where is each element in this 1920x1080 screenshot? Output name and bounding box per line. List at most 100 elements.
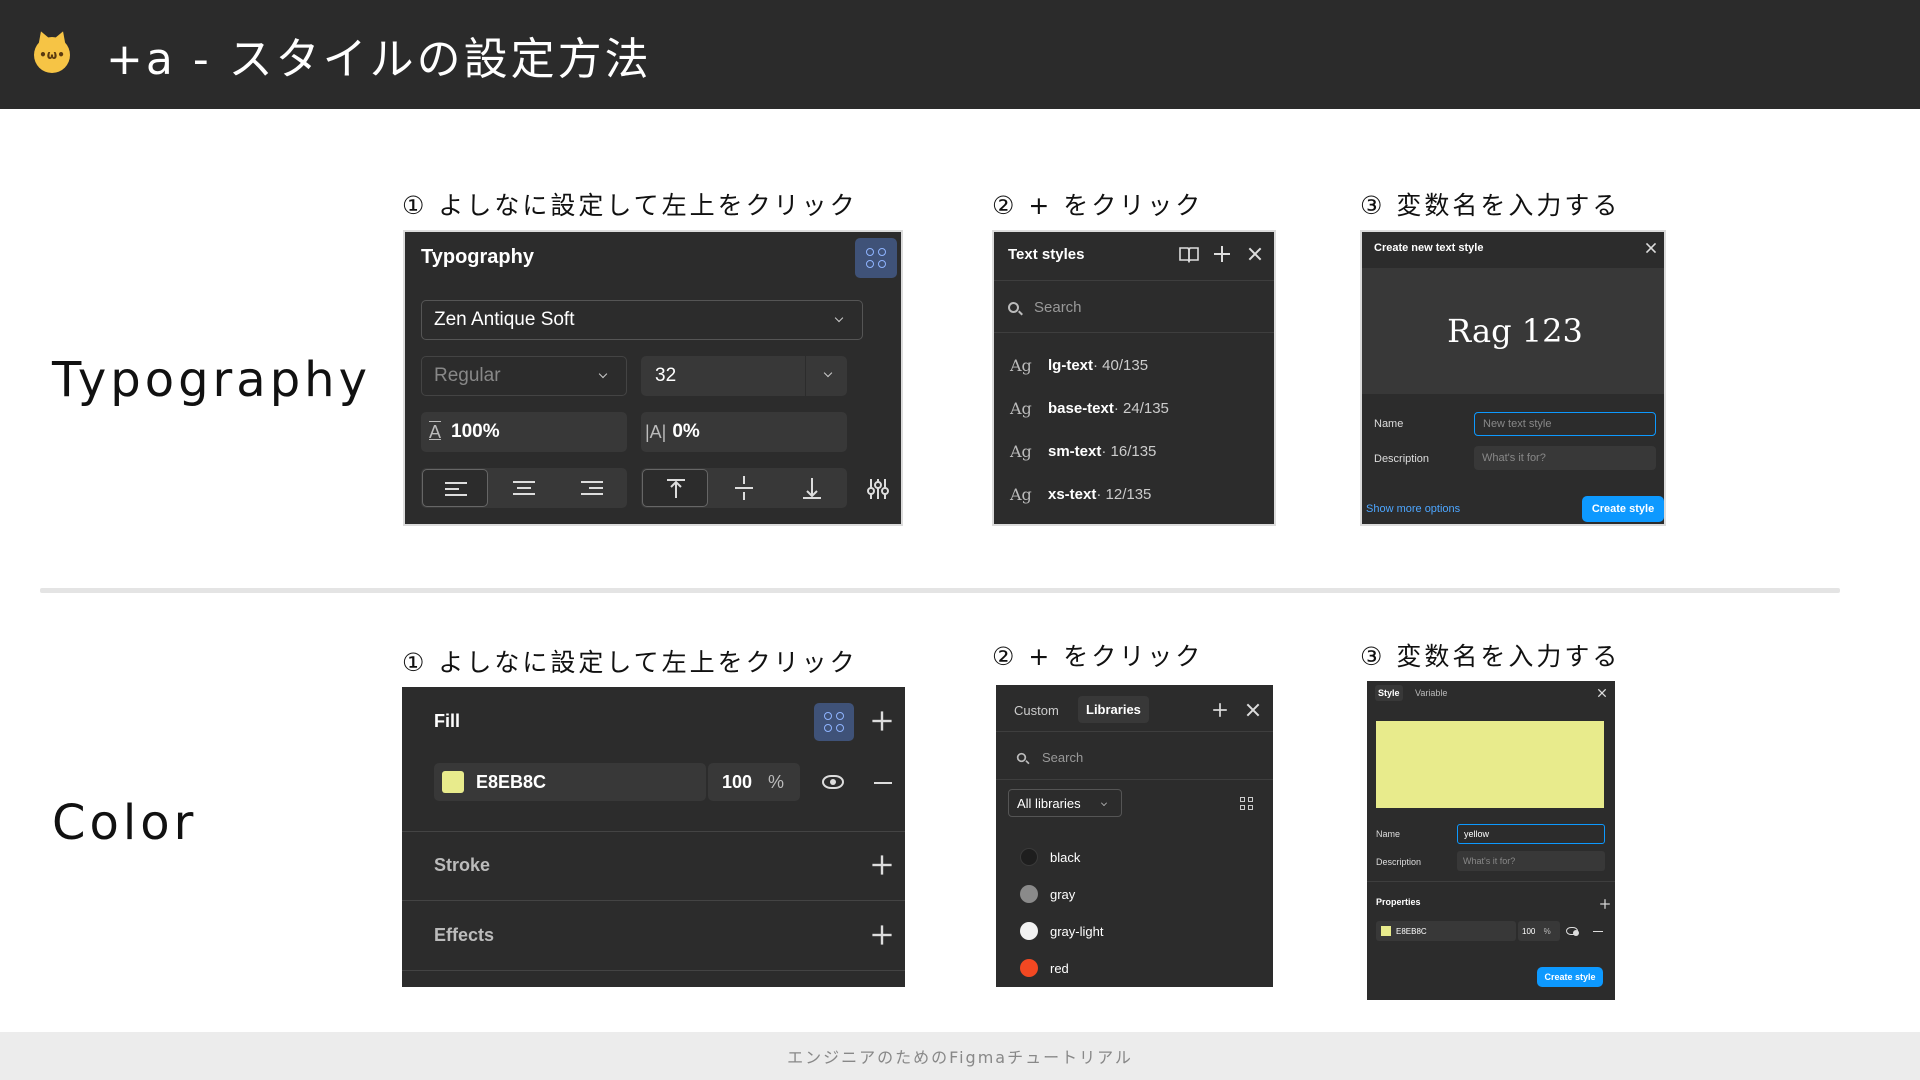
header-separator bbox=[994, 280, 1274, 281]
search-icon bbox=[1016, 752, 1027, 763]
add-style-icon[interactable] bbox=[1214, 246, 1230, 262]
close-icon[interactable] bbox=[1246, 703, 1260, 717]
visibility-eye-icon[interactable] bbox=[822, 775, 844, 789]
style-grid-icon bbox=[866, 248, 886, 268]
property-opacity-input[interactable]: 100 % bbox=[1518, 921, 1560, 941]
style-grid-button[interactable] bbox=[855, 238, 897, 278]
description-input[interactable]: What's it for? bbox=[1474, 446, 1656, 470]
type-ag-icon: Ag bbox=[1010, 485, 1032, 504]
text-styles-title: Text styles bbox=[1008, 246, 1085, 263]
align-bottom-icon[interactable] bbox=[779, 468, 845, 508]
line-height-value: 100% bbox=[451, 421, 500, 442]
typography-step-2-label: ② + をクリック bbox=[992, 191, 1204, 220]
color-dot bbox=[1020, 959, 1038, 977]
text-style-item[interactable]: Ag lg-text · 40/135 bbox=[1010, 356, 1148, 375]
close-icon[interactable] bbox=[1248, 247, 1262, 261]
font-size-input[interactable]: 32 bbox=[641, 356, 847, 396]
align-middle-icon[interactable] bbox=[711, 468, 777, 508]
letter-spacing-input[interactable]: |A| 0% bbox=[641, 412, 847, 452]
percent-sign: % bbox=[768, 771, 785, 792]
color-style-item[interactable]: gray bbox=[1020, 885, 1075, 903]
name-input[interactable]: New text style bbox=[1474, 412, 1656, 436]
fill-hex-input[interactable]: E8EB8C bbox=[434, 763, 706, 801]
color-style-item[interactable]: black bbox=[1020, 848, 1080, 866]
vertical-align-group bbox=[641, 468, 847, 508]
color-step-2-label: ② + をクリック bbox=[992, 642, 1204, 671]
section-divider bbox=[40, 588, 1840, 593]
properties-label: Properties bbox=[1376, 897, 1421, 907]
text-style-item[interactable]: Ag base-text · 24/135 bbox=[1010, 399, 1169, 418]
color-swatch[interactable] bbox=[442, 771, 464, 793]
line-height-icon: A bbox=[429, 421, 442, 442]
font-weight-select[interactable]: Regular bbox=[421, 356, 627, 396]
align-right-icon[interactable] bbox=[559, 468, 625, 508]
add-fill-icon[interactable] bbox=[872, 711, 892, 731]
fill-panel: Fill E8EB8C 100 % Stroke Effects bbox=[402, 687, 905, 987]
description-label: Description bbox=[1374, 453, 1430, 465]
section-separator bbox=[402, 831, 905, 832]
text-style-item[interactable]: Ag xs-text · 12/135 bbox=[1010, 485, 1151, 504]
close-icon[interactable] bbox=[1597, 688, 1606, 697]
fill-title: Fill bbox=[434, 711, 460, 731]
type-settings-icon[interactable] bbox=[865, 476, 891, 502]
tab-variable[interactable]: Variable bbox=[1415, 688, 1447, 698]
color-styles-panel: Custom Libraries Search All libraries bl… bbox=[996, 685, 1273, 987]
remove-fill-icon[interactable] bbox=[874, 782, 892, 784]
style-grid-icon bbox=[824, 712, 844, 732]
align-top-button[interactable] bbox=[642, 469, 708, 507]
tab-style[interactable]: Style bbox=[1375, 685, 1403, 701]
grid-view-icon[interactable] bbox=[1240, 797, 1253, 810]
add-style-icon[interactable] bbox=[1213, 703, 1227, 717]
align-center-icon[interactable] bbox=[491, 468, 557, 508]
style-grid-button[interactable] bbox=[814, 703, 854, 741]
add-effect-icon[interactable] bbox=[872, 925, 892, 945]
dialog-title: Create new text style bbox=[1374, 242, 1484, 254]
text-style-meta: · 16/135 bbox=[1101, 443, 1157, 460]
visibility-eye-icon[interactable] bbox=[1566, 927, 1579, 936]
text-styles-panel: Text styles Search Ag lg-text · 40/135 Ag… bbox=[992, 230, 1276, 526]
font-weight-value: Regular bbox=[434, 365, 501, 386]
create-style-button[interactable]: Create style bbox=[1537, 967, 1603, 987]
color-preview bbox=[1376, 721, 1604, 808]
search-input[interactable]: Search bbox=[1042, 750, 1083, 765]
color-step-3-label: ③ 変数名を入力する bbox=[1360, 642, 1621, 671]
property-hex-input[interactable]: E8EB8C bbox=[1376, 921, 1516, 941]
add-property-icon[interactable] bbox=[1600, 899, 1610, 909]
percent-sign: % bbox=[1543, 927, 1551, 936]
tab-libraries[interactable]: Libraries bbox=[1078, 696, 1149, 723]
color-style-item[interactable]: gray-light bbox=[1020, 922, 1103, 940]
effects-title: Effects bbox=[434, 925, 495, 945]
text-style-item[interactable]: Ag sm-text · 16/135 bbox=[1010, 442, 1156, 461]
section-separator bbox=[402, 970, 905, 971]
remove-property-icon[interactable] bbox=[1593, 931, 1603, 932]
description-input[interactable]: What's it for? bbox=[1457, 851, 1605, 871]
show-more-options-link[interactable]: Show more options bbox=[1366, 503, 1460, 515]
text-style-name: xs-text bbox=[1048, 486, 1097, 503]
letter-spacing-icon: |A| bbox=[645, 421, 667, 442]
fill-opacity-input[interactable]: 100 % bbox=[708, 763, 800, 801]
library-filter-dropdown[interactable]: All libraries bbox=[1008, 789, 1122, 817]
line-height-input[interactable]: A 100% bbox=[421, 412, 627, 452]
type-ag-icon: Ag bbox=[1010, 356, 1032, 375]
name-label: Name bbox=[1376, 829, 1401, 839]
align-left-button[interactable] bbox=[422, 469, 488, 507]
color-row-label: Color bbox=[52, 795, 198, 851]
footer-text: エンジニアのためのFigmaチュートリアル bbox=[787, 1048, 1133, 1067]
search-input[interactable]: Search bbox=[1034, 299, 1082, 316]
fill-hex-value: E8EB8C bbox=[476, 771, 547, 792]
align-left-icon bbox=[445, 482, 467, 496]
text-style-name: base-text bbox=[1048, 400, 1114, 417]
slide: •ω• +a - スタイルの設定方法 Typography Color ① よし… bbox=[0, 0, 1920, 1080]
field-divider bbox=[805, 356, 806, 396]
color-dot bbox=[1020, 885, 1038, 903]
color-style-item[interactable]: red bbox=[1020, 959, 1069, 977]
add-stroke-icon[interactable] bbox=[872, 855, 892, 875]
library-book-icon[interactable] bbox=[1178, 245, 1200, 263]
close-icon[interactable] bbox=[1645, 242, 1656, 253]
tab-custom[interactable]: Custom bbox=[1014, 703, 1059, 718]
create-style-button[interactable]: Create style bbox=[1582, 496, 1664, 522]
name-input[interactable]: yellow bbox=[1457, 824, 1605, 844]
font-family-select[interactable]: Zen Antique Soft bbox=[421, 300, 863, 340]
text-style-name: sm-text bbox=[1048, 443, 1102, 460]
search-separator bbox=[996, 779, 1273, 780]
